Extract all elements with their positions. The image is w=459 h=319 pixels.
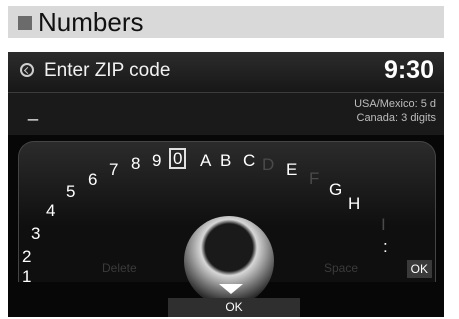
section-square-icon (18, 16, 32, 30)
key-5[interactable]: 5 (66, 183, 75, 200)
key-E[interactable]: E (286, 161, 297, 178)
screen-title: Enter ZIP code (44, 60, 171, 81)
input-value: _ (28, 101, 39, 121)
key-colon[interactable]: : (383, 238, 388, 255)
key-7[interactable]: 7 (109, 161, 118, 178)
title-bar: Enter ZIP code 9:30 (8, 52, 444, 93)
section-header: Numbers (8, 6, 444, 38)
down-arrow-icon (219, 284, 243, 294)
input-area[interactable]: _ USA/Mexico: 5 d Canada: 3 digits (8, 93, 444, 135)
hint-line-1: USA/Mexico: 5 d (354, 98, 436, 110)
section-title: Numbers (38, 7, 144, 37)
key-G[interactable]: G (329, 181, 342, 198)
key-2[interactable]: 2 (22, 248, 31, 265)
key-0-selected[interactable]: 0 (169, 148, 187, 169)
delete-key[interactable]: Delete (102, 261, 137, 275)
hint: USA/Mexico: 5 d Canada: 3 digits (354, 97, 436, 125)
key-A[interactable]: A (200, 152, 211, 169)
clock: 9:30 (383, 56, 434, 84)
key-D[interactable]: D (262, 156, 274, 173)
keyboard-ok-key[interactable]: OK (406, 260, 432, 278)
key-H[interactable]: H (348, 195, 360, 212)
nav-screen: Enter ZIP code 9:30 _ USA/Mexico: 5 d Ca… (8, 52, 444, 317)
key-4[interactable]: 4 (46, 202, 55, 219)
key-6[interactable]: 6 (88, 171, 97, 188)
space-key[interactable]: Space (324, 261, 358, 275)
bottom-ok-label: OK (225, 300, 243, 314)
key-1[interactable]: 1 (22, 268, 31, 285)
key-C[interactable]: C (243, 152, 255, 169)
bottom-ok-bar[interactable]: OK (168, 298, 300, 317)
key-B[interactable]: B (220, 152, 231, 169)
back-icon[interactable] (20, 63, 34, 77)
key-9[interactable]: 9 (152, 152, 161, 169)
key-F[interactable]: F (309, 170, 319, 187)
key-I[interactable]: I (381, 216, 386, 233)
key-8[interactable]: 8 (131, 155, 140, 172)
key-3[interactable]: 3 (31, 225, 40, 242)
hint-line-2: Canada: 3 digits (356, 112, 437, 124)
